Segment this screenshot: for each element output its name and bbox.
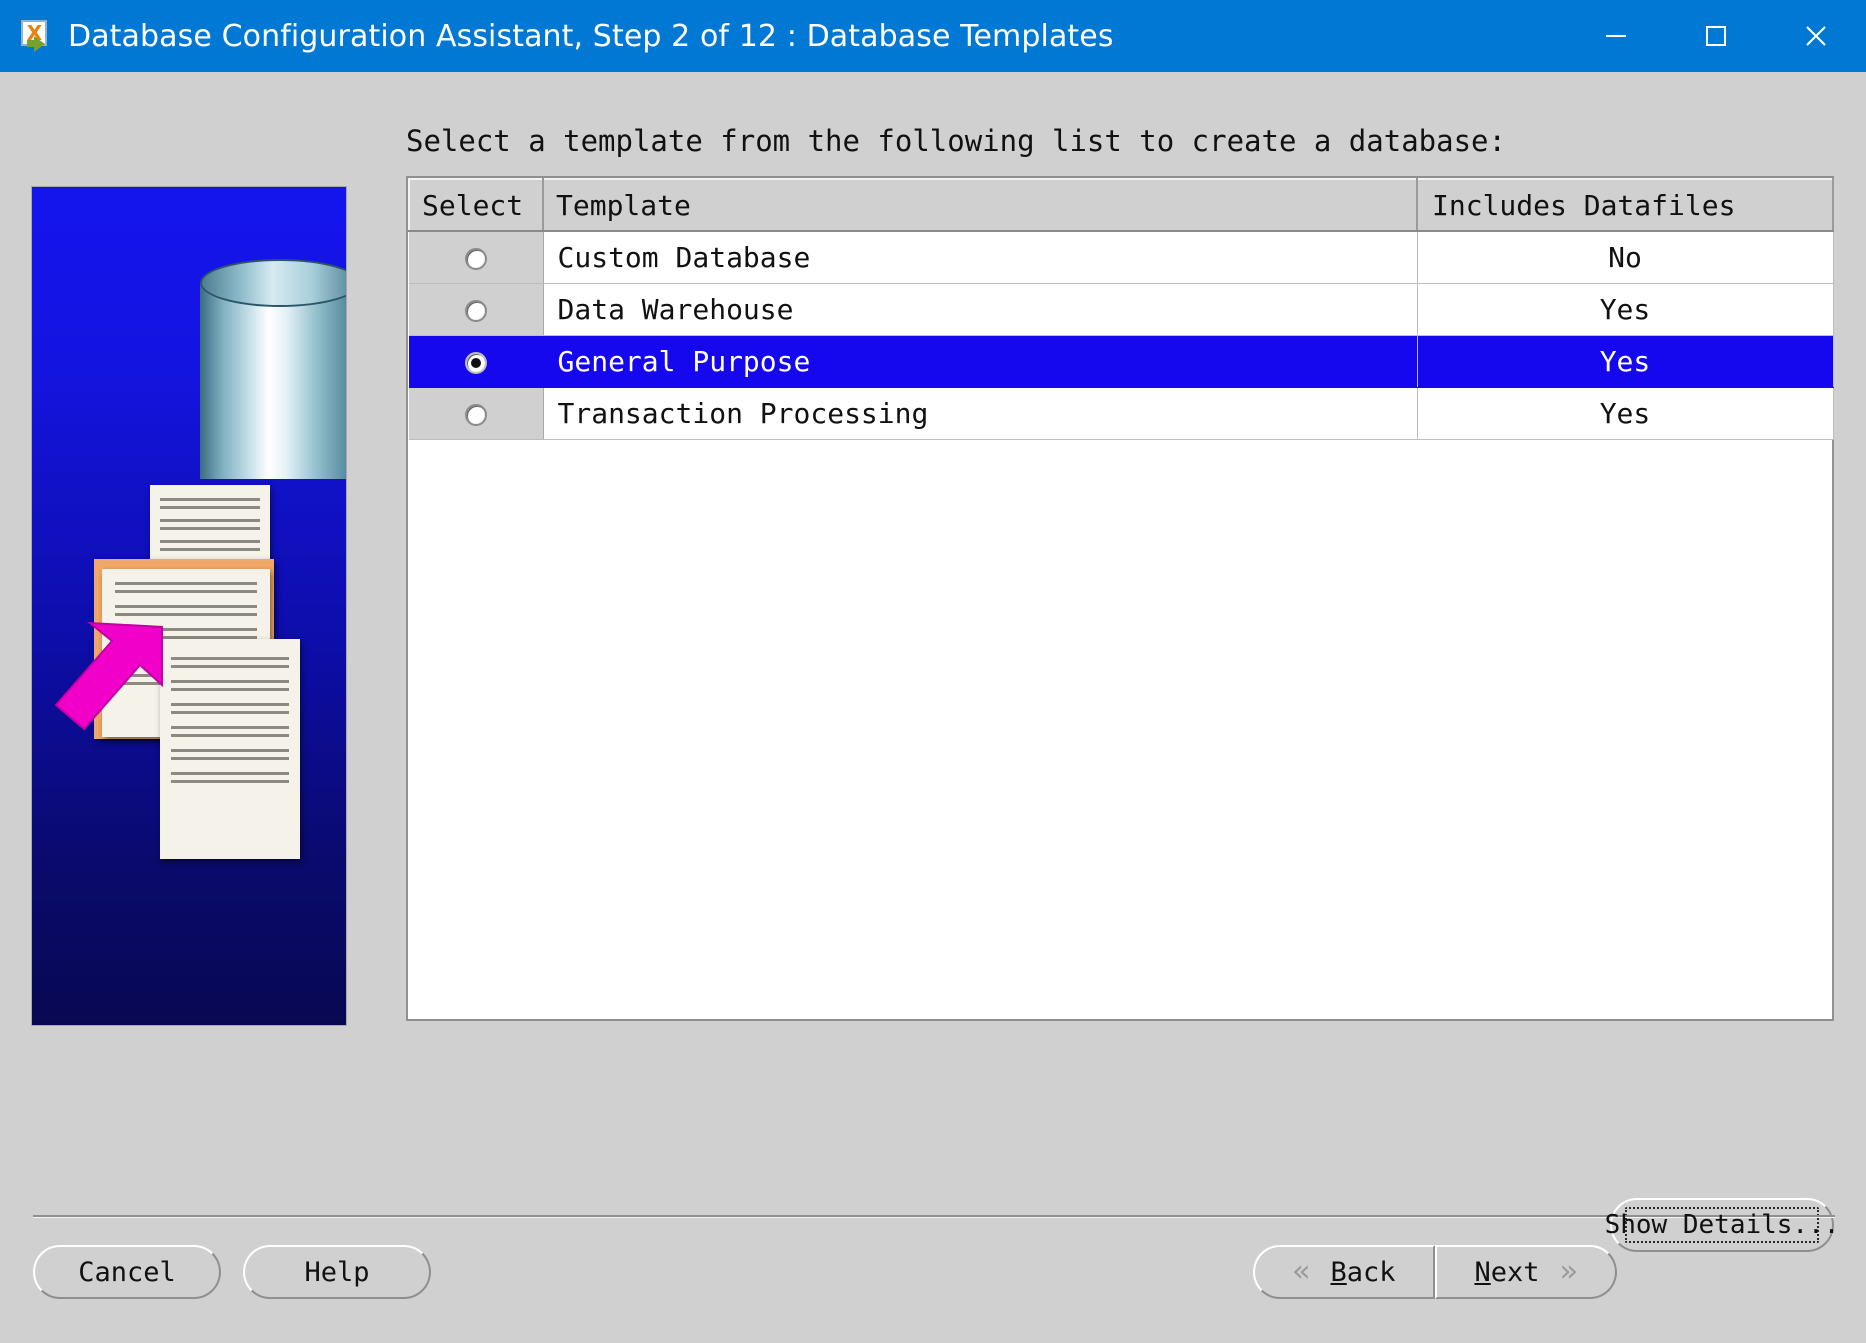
minimize-icon[interactable]: [1566, 0, 1666, 72]
template-name-data-warehouse[interactable]: Data Warehouse: [543, 283, 1418, 336]
instruction-text: Select a template from the following lis…: [406, 124, 1506, 158]
next-button[interactable]: Next »: [1435, 1245, 1617, 1299]
next-rest: ext: [1490, 1256, 1540, 1288]
chevron-left-icon: «: [1292, 1254, 1311, 1289]
help-button-label: Help: [304, 1256, 370, 1288]
next-button-label: Next: [1474, 1257, 1539, 1288]
dbca-app-icon: X: [20, 19, 54, 53]
template-list-panel: Select Template Includes Datafiles Custo…: [406, 176, 1834, 1021]
includes-datafiles-transaction-processing: Yes: [1417, 387, 1834, 440]
window-title: Database Configuration Assistant, Step 2…: [68, 18, 1114, 54]
dialog-body: Select a template from the following lis…: [0, 72, 1866, 1343]
row-radio-cell[interactable]: [409, 387, 544, 440]
title-bar: X Database Configuration Assistant, Step…: [0, 0, 1866, 72]
close-icon[interactable]: [1766, 0, 1866, 72]
row-radio-cell[interactable]: [409, 231, 544, 284]
help-button[interactable]: Help: [243, 1245, 431, 1299]
row-radio-cell[interactable]: [409, 335, 544, 388]
template-table: Select Template Includes Datafiles Custo…: [408, 178, 1834, 440]
column-header-includes-datafiles[interactable]: Includes Datafiles: [1416, 178, 1834, 232]
magenta-arrow-icon: [42, 617, 172, 747]
sidebar-illustration: [31, 186, 347, 1026]
row-radio-cell[interactable]: [409, 283, 544, 336]
radio-data-warehouse[interactable]: [464, 299, 487, 322]
back-mnemonic: B: [1330, 1256, 1347, 1288]
includes-datafiles-custom-database: No: [1417, 231, 1834, 284]
template-name-custom-database[interactable]: Custom Database: [543, 231, 1418, 284]
table-row-selected[interactable]: General Purpose Yes: [409, 335, 1834, 388]
includes-datafiles-data-warehouse: Yes: [1417, 283, 1834, 336]
radio-transaction-processing[interactable]: [464, 403, 487, 426]
back-button[interactable]: « Back: [1253, 1245, 1435, 1299]
table-row[interactable]: Data Warehouse Yes: [409, 283, 1834, 336]
cancel-button[interactable]: Cancel: [33, 1245, 221, 1299]
template-name-general-purpose[interactable]: General Purpose: [543, 335, 1418, 388]
dialog-window: X Database Configuration Assistant, Step…: [0, 0, 1866, 1343]
show-details-label: Show Details...: [1604, 1210, 1840, 1240]
document-stack-graphic: [32, 187, 346, 1025]
navigation-button-group: « Back Next »: [1253, 1245, 1617, 1299]
table-row[interactable]: Custom Database No: [409, 231, 1834, 284]
table-row[interactable]: Transaction Processing Yes: [409, 387, 1834, 440]
column-header-template[interactable]: Template: [542, 178, 1418, 232]
radio-general-purpose[interactable]: [464, 351, 487, 374]
chevron-right-icon: »: [1559, 1254, 1578, 1289]
radio-custom-database[interactable]: [464, 247, 487, 270]
column-header-select[interactable]: Select: [408, 178, 544, 232]
cancel-button-label: Cancel: [78, 1256, 176, 1288]
includes-datafiles-general-purpose: Yes: [1417, 335, 1834, 388]
window-controls: [1566, 0, 1866, 72]
back-button-label: Back: [1331, 1257, 1396, 1288]
show-details-button[interactable]: Show Details...: [1605, 1198, 1839, 1252]
back-rest: ack: [1346, 1256, 1396, 1288]
footer-separator: [33, 1215, 1835, 1218]
maximize-icon[interactable]: [1666, 0, 1766, 72]
template-name-transaction-processing[interactable]: Transaction Processing: [543, 387, 1418, 440]
next-mnemonic: N: [1474, 1256, 1491, 1288]
table-header-row: Select Template Includes Datafiles: [408, 178, 1834, 232]
